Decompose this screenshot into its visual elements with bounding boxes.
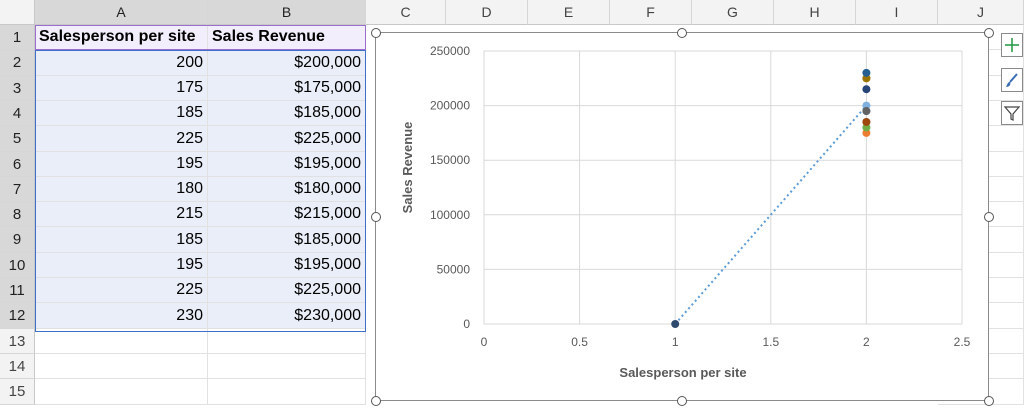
x-tick-label: 1.5 <box>762 335 779 349</box>
chart-resize-handle[interactable] <box>984 28 994 38</box>
x-tick-label: 2 <box>863 335 870 349</box>
chart-resize-handle[interactable] <box>677 396 687 406</box>
column-header-j[interactable]: J <box>938 0 1024 25</box>
cell-b7[interactable]: $180,000 <box>208 177 366 202</box>
cell-a11[interactable]: 225 <box>35 278 208 303</box>
column-header-h[interactable]: H <box>774 0 856 25</box>
cell-a10[interactable]: 195 <box>35 253 208 278</box>
column-header-a[interactable]: A <box>35 0 208 25</box>
cell-a6[interactable]: 195 <box>35 152 208 177</box>
cell-b5[interactable]: $225,000 <box>208 126 366 152</box>
row-header-13[interactable]: 13 <box>0 329 35 354</box>
cell-b9[interactable]: $185,000 <box>208 227 366 253</box>
cell-a3[interactable]: 175 <box>35 76 208 101</box>
y-tick-label: 100000 <box>430 208 470 222</box>
row-header-3[interactable]: 3 <box>0 76 35 101</box>
y-tick-label: 200000 <box>430 99 470 113</box>
cell-b4[interactable]: $185,000 <box>208 101 366 126</box>
cell-b11[interactable]: $225,000 <box>208 278 366 303</box>
scatter-point <box>862 107 871 116</box>
chart-elements-button[interactable] <box>1001 33 1023 57</box>
row-header-6[interactable]: 6 <box>0 152 35 177</box>
chart-filters-icon <box>1004 106 1020 121</box>
select-all-corner[interactable] <box>0 0 35 25</box>
cell-a4[interactable]: 185 <box>35 101 208 126</box>
chart-resize-handle[interactable] <box>984 212 994 222</box>
column-header-g[interactable]: G <box>692 0 774 25</box>
chart-styles-button[interactable] <box>1001 68 1023 92</box>
column-header-d[interactable]: D <box>446 0 528 25</box>
column-header-i[interactable]: I <box>856 0 938 25</box>
scatter-chart[interactable]: 0 50000 100000 150000 200000 250000 0 0.5 1 1.5 2 2… <box>375 32 989 401</box>
chart-resize-handle[interactable] <box>371 28 381 38</box>
chart-resize-handle[interactable] <box>677 28 687 38</box>
y-tick-label: 0 <box>463 317 470 331</box>
row-header-8[interactable]: 8 <box>0 202 35 227</box>
cell-b6[interactable]: $195,000 <box>208 152 366 177</box>
cell-a12[interactable]: 230 <box>35 303 208 329</box>
cell-b10[interactable]: $195,000 <box>208 253 366 278</box>
column-header-f[interactable]: F <box>610 0 692 25</box>
chart-resize-handle[interactable] <box>984 396 994 406</box>
cell-a14[interactable] <box>35 354 208 379</box>
row-header-5[interactable]: 5 <box>0 126 35 152</box>
x-tick-label: 0.5 <box>571 335 588 349</box>
cell-a13[interactable] <box>35 329 208 354</box>
chart-elements-icon <box>1005 38 1019 52</box>
row-header-10[interactable]: 10 <box>0 253 35 278</box>
x-tick-label: 0 <box>481 335 488 349</box>
y-tick-label: 250000 <box>430 44 470 58</box>
chart-resize-handle[interactable] <box>371 212 381 222</box>
row-header-12[interactable]: 12 <box>0 303 35 329</box>
x-tick-label: 2.5 <box>954 335 971 349</box>
row-header-15[interactable]: 15 <box>0 379 35 405</box>
y-tick-label: 50000 <box>437 262 471 276</box>
row-header-9[interactable]: 9 <box>0 227 35 253</box>
cell-b13[interactable] <box>208 329 366 354</box>
x-axis-title: Salesperson per site <box>619 365 746 380</box>
cell-b15[interactable] <box>208 379 366 405</box>
chart-resize-handle[interactable] <box>371 396 381 406</box>
cell-b1[interactable]: Sales Revenue <box>208 25 366 50</box>
row-header-7[interactable]: 7 <box>0 177 35 202</box>
row-header-2[interactable]: 2 <box>0 50 35 76</box>
chart-styles-icon <box>1006 73 1018 87</box>
cell-a9[interactable]: 185 <box>35 227 208 253</box>
cell-b8[interactable]: $215,000 <box>208 202 366 227</box>
cell-a2[interactable]: 200 <box>35 50 208 76</box>
scatter-point <box>862 117 871 126</box>
cell-a1[interactable]: Salesperson per site <box>35 25 208 50</box>
cell-b2[interactable]: $200,000 <box>208 50 366 76</box>
column-header-b[interactable]: B <box>208 0 366 25</box>
x-tick-label: 1 <box>672 335 679 349</box>
row-header-1[interactable]: 1 <box>0 25 35 50</box>
row-header-14[interactable]: 14 <box>0 354 35 379</box>
scatter-point <box>862 68 871 77</box>
scatter-point <box>862 85 871 94</box>
y-tick-label: 150000 <box>430 153 470 167</box>
row-header-11[interactable]: 11 <box>0 278 35 303</box>
cell-a8[interactable]: 215 <box>35 202 208 227</box>
cell-a7[interactable]: 180 <box>35 177 208 202</box>
y-axis-title: Sales Revenue <box>400 122 415 214</box>
chart-filters-button[interactable] <box>1001 101 1023 125</box>
cell-a5[interactable]: 225 <box>35 126 208 152</box>
cell-b14[interactable] <box>208 354 366 379</box>
column-header-c[interactable]: C <box>366 0 446 25</box>
column-header-e[interactable]: E <box>528 0 610 25</box>
scatter-point <box>671 320 680 328</box>
chart-svg: 0 50000 100000 150000 200000 250000 0 0.5 1 1.5 2 2… <box>400 44 971 380</box>
cell-a15[interactable] <box>35 379 208 405</box>
cell-b3[interactable]: $175,000 <box>208 76 366 101</box>
cell-b12[interactable]: $230,000 <box>208 303 366 329</box>
row-header-4[interactable]: 4 <box>0 101 35 126</box>
plot-area <box>483 50 963 325</box>
